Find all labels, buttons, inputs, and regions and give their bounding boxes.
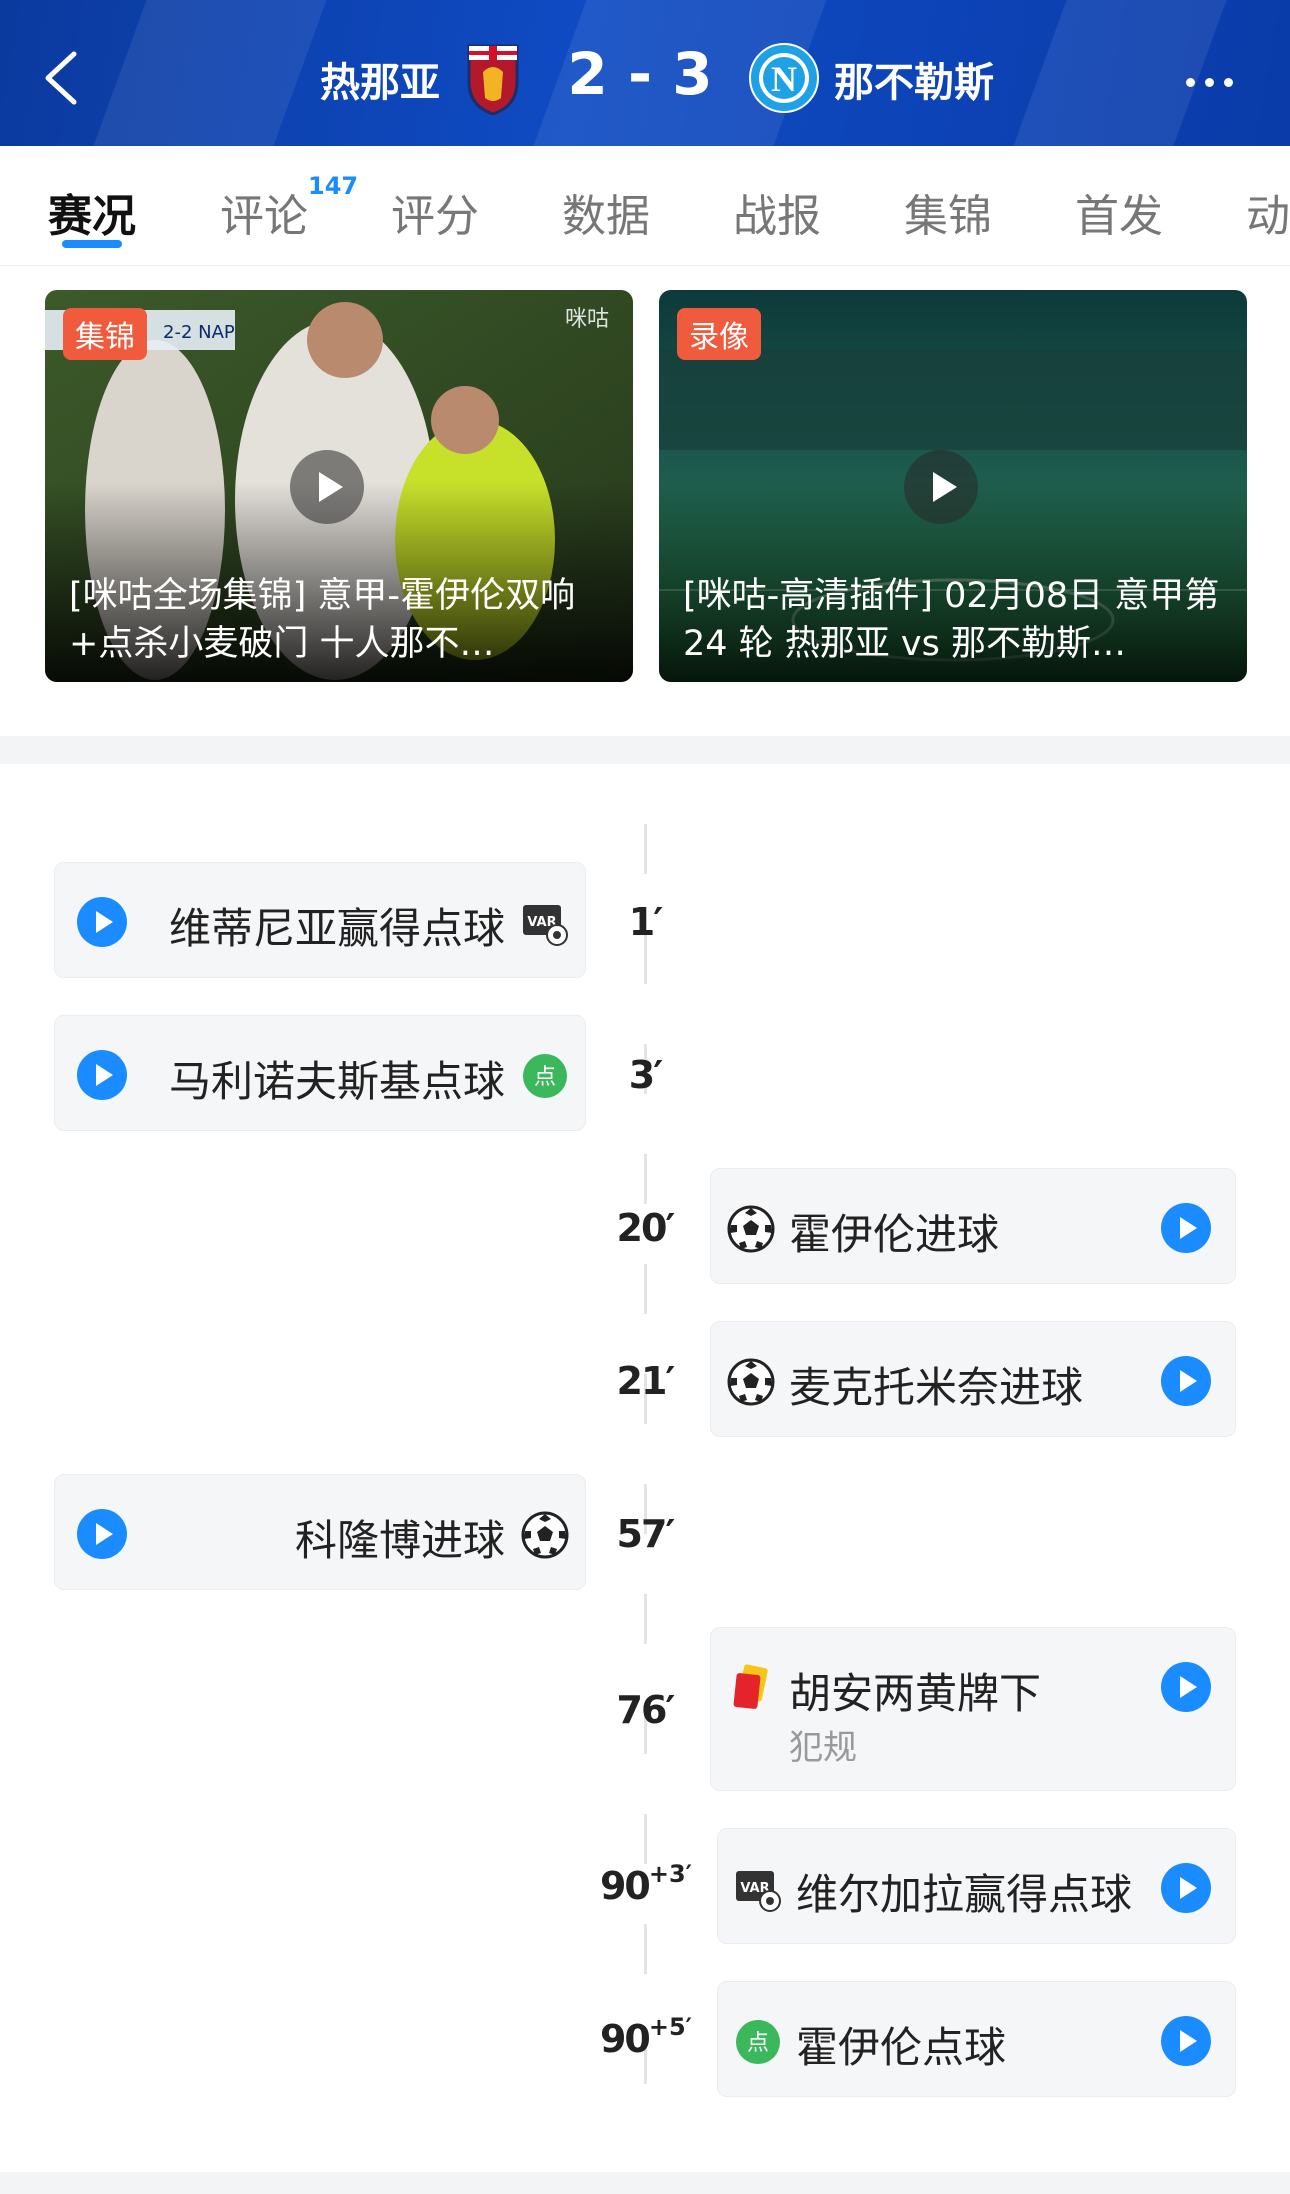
tab-lineup[interactable]: 首发 — [1075, 180, 1163, 244]
more-dots-icon — [1224, 78, 1233, 87]
play-video-icon[interactable] — [77, 1509, 127, 1559]
event-minute: 3′ — [628, 1053, 663, 1097]
minute-base: 90 — [599, 1864, 651, 1908]
event-sublabel: 犯规 — [789, 1728, 857, 1768]
football-icon — [521, 1511, 569, 1559]
event-minute: 90+5′ — [586, 2013, 706, 2061]
video-title: [咪咕-高清插件] 02月08日 意甲第 24 轮 热那亚 vs 那不勒斯… — [683, 576, 1220, 664]
penalty-goal-icon: 点 — [523, 1054, 567, 1098]
video-card-highlights[interactable]: 2-2 NAP 咪咕 集锦 [咪咕全场集锦] 意甲-霍伊伦双响+点杀小麦破门 十… — [45, 290, 633, 682]
play-video-icon[interactable] — [1161, 1662, 1211, 1712]
football-icon — [727, 1358, 775, 1406]
genoa-crest-icon[interactable] — [465, 42, 521, 116]
away-team-name[interactable]: 那不勒斯 — [834, 50, 994, 108]
football-icon — [727, 1205, 775, 1253]
play-video-icon[interactable] — [77, 1050, 127, 1100]
back-button[interactable] — [40, 50, 84, 106]
event-label: 麦克托米奈进球 — [789, 1363, 1084, 1412]
play-video-icon[interactable] — [1161, 1863, 1211, 1913]
event-card[interactable]: 点 霍伊伦点球 — [717, 1981, 1236, 2097]
event-card[interactable]: 马利诺夫斯基点球 点 — [54, 1015, 586, 1131]
video-title: [咪咕全场集锦] 意甲-霍伊伦双响+点杀小麦破门 十人那不… — [69, 576, 576, 664]
minute-base: 90 — [599, 2017, 651, 2061]
event-label: 霍伊伦点球 — [796, 2023, 1007, 2072]
video-tag: 集锦 — [63, 308, 147, 360]
tab-more[interactable]: 动 — [1246, 180, 1290, 244]
var-icon: VAR — [736, 1871, 781, 1912]
event-minute: 21′ — [616, 1359, 676, 1403]
timeline-axis — [644, 824, 647, 2124]
play-video-icon[interactable] — [77, 897, 127, 947]
header-decor-stripe — [93, 0, 327, 146]
event-card[interactable]: VAR 维尔加拉赢得点球 — [717, 1828, 1236, 1944]
penalty-goal-text: 点 — [747, 2031, 769, 2056]
video-tag: 录像 — [677, 308, 761, 360]
tab-ratings[interactable]: 评分 — [391, 180, 479, 244]
napoli-crest-icon[interactable]: N — [748, 42, 820, 114]
second-yellow-red-card-icon — [733, 1664, 768, 1709]
broadcaster-watermark: 咪咕 — [565, 307, 609, 332]
stoppage-time: +3′ — [648, 1860, 693, 1888]
var-icon: VAR — [523, 905, 568, 946]
chevron-left-icon — [45, 51, 77, 105]
play-icon[interactable] — [290, 450, 364, 524]
tab-comments-label: 评论 — [220, 191, 308, 242]
event-minute: 90+3′ — [586, 1860, 706, 1908]
more-dots-icon — [1205, 78, 1214, 87]
event-card[interactable]: 麦克托米奈进球 — [710, 1321, 1236, 1437]
tab-highlights[interactable]: 集锦 — [904, 180, 992, 244]
tab-bar: 赛况 评论 147 评分 数据 战报 集锦 首发 动 — [0, 146, 1290, 266]
event-label: 霍伊伦进球 — [789, 1210, 1000, 1259]
match-score: 2 - 3 — [567, 40, 713, 108]
scoreboard-overlay: 2-2 NAP — [163, 322, 235, 343]
event-minute: 20′ — [616, 1206, 676, 1250]
play-video-icon[interactable] — [1161, 1356, 1211, 1406]
event-label: 胡安两黄牌下 — [789, 1669, 1042, 1718]
napoli-crest-letter: N — [771, 59, 797, 99]
stoppage-time: +5′ — [648, 2013, 693, 2041]
match-header: 热那亚 2 - 3 N 那不勒斯 — [0, 0, 1290, 146]
tab-stats[interactable]: 数据 — [562, 180, 650, 244]
penalty-goal-text: 点 — [534, 1065, 556, 1090]
section-divider — [0, 2172, 1290, 2194]
event-card[interactable]: 维蒂尼亚赢得点球 VAR — [54, 862, 586, 978]
more-options-button[interactable] — [1180, 60, 1240, 100]
event-minute: 1′ — [628, 900, 663, 944]
event-card[interactable]: 胡安两黄牌下 犯规 — [710, 1627, 1236, 1791]
active-tab-indicator — [62, 240, 122, 248]
event-card[interactable]: 科隆博进球 — [54, 1474, 586, 1590]
play-video-icon[interactable] — [1161, 2016, 1211, 2066]
more-dots-icon — [1186, 78, 1195, 87]
tab-report[interactable]: 战报 — [733, 180, 821, 244]
tab-live[interactable]: 赛况 — [48, 180, 136, 244]
tab-comments[interactable]: 评论 147 — [220, 172, 358, 244]
penalty-goal-icon: 点 — [736, 2020, 780, 2064]
section-divider — [0, 736, 1290, 764]
event-label: 科隆博进球 — [294, 1516, 505, 1565]
event-label: 维蒂尼亚赢得点球 — [168, 904, 505, 953]
event-label: 马利诺夫斯基点球 — [168, 1057, 505, 1106]
event-minute: 57′ — [616, 1512, 676, 1556]
play-icon[interactable] — [904, 450, 978, 524]
event-label: 维尔加拉赢得点球 — [796, 1870, 1133, 1919]
event-minute: 76′ — [616, 1688, 676, 1732]
home-team-name[interactable]: 热那亚 — [320, 50, 440, 108]
comment-count-badge: 147 — [308, 172, 359, 200]
play-video-icon[interactable] — [1161, 1203, 1211, 1253]
video-card-replay[interactable]: 录像 [咪咕-高清插件] 02月08日 意甲第 24 轮 热那亚 vs 那不勒斯… — [659, 290, 1247, 682]
event-card[interactable]: 霍伊伦进球 — [710, 1168, 1236, 1284]
